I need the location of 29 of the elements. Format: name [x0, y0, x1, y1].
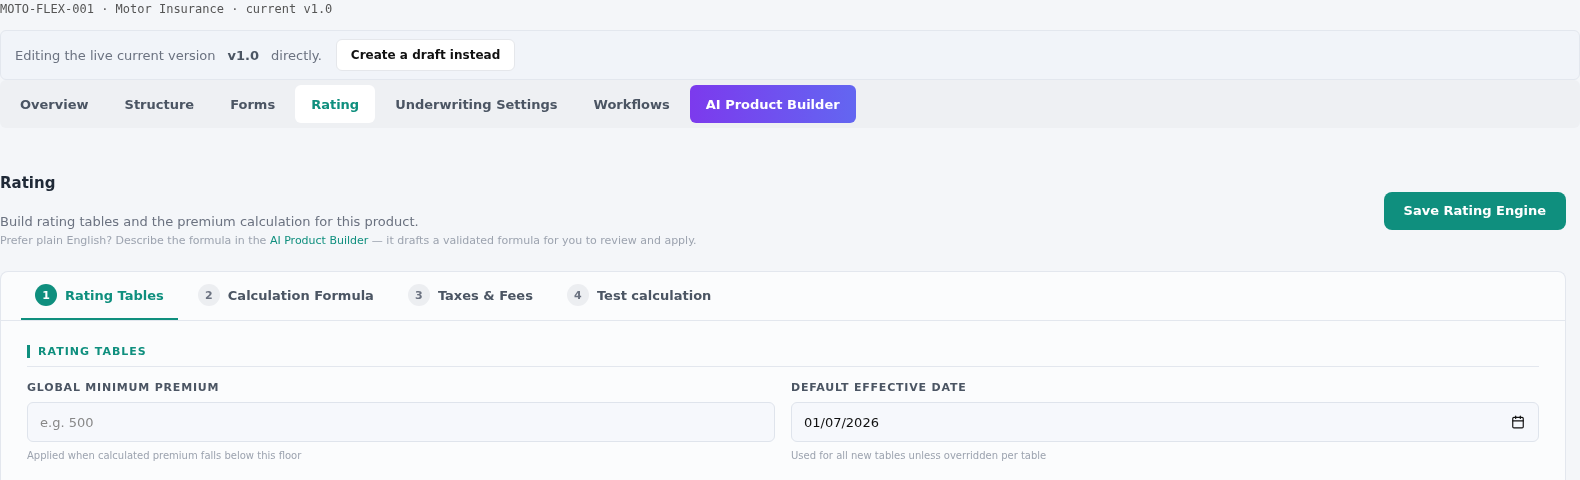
step-tab[interactable]: 1 Rating Tables [21, 272, 178, 320]
tab[interactable]: Structure [108, 85, 211, 123]
help-text: Used for all new tables unless overridden per table [791, 450, 1048, 461]
create-draft-button[interactable]: Create a draft instead [335, 39, 516, 71]
tab[interactable]: Forms [214, 85, 292, 123]
calendar-icon[interactable] [1511, 415, 1525, 429]
input-field[interactable]: e.g. 500 [27, 402, 775, 442]
page-title: Rating [0, 174, 57, 192]
field-label: GLOBAL MINIMUM PREMIUM [27, 381, 221, 394]
step-tab[interactable]: 4 Test calculation [552, 272, 726, 320]
page-description: Build rating tables and the premium calculation for this product. [0, 214, 420, 229]
breadcrumb-text: MOTO-FLEX-001 · Motor Insurance · current v1.0 [0, 2, 334, 16]
step-tab[interactable]: 3 Taxes & Fees [393, 272, 547, 320]
ai-builder-link[interactable]: AI Product Builder [269, 234, 369, 247]
tab[interactable]: Overview [4, 85, 105, 123]
date-field[interactable]: 01/07/2026 [791, 402, 1539, 442]
tab[interactable]: Underwriting Settings [379, 85, 574, 123]
section-title: RATING TABLES [27, 345, 1539, 358]
tab[interactable]: Workflows [577, 85, 686, 123]
field-label: DEFAULT EFFECTIVE DATE [791, 381, 968, 394]
tab[interactable]: Rating [295, 85, 376, 123]
save-rating-engine-button[interactable]: Save Rating Engine [1383, 191, 1566, 230]
hint-text: Prefer plain English? Describe the formula in the AI Product Builder — it drafts a validated formula for you to review and apply. [0, 234, 697, 247]
banner-text: Editing the live current version [15, 47, 216, 63]
tab[interactable]: AI Product Builder [689, 85, 856, 123]
step-tab[interactable]: 2 Calculation Formula [183, 272, 388, 320]
help-text: Applied when calculated premium falls below this floor [27, 450, 303, 461]
banner-text: directly. [271, 47, 322, 63]
version-label: v1.0 [227, 47, 260, 63]
